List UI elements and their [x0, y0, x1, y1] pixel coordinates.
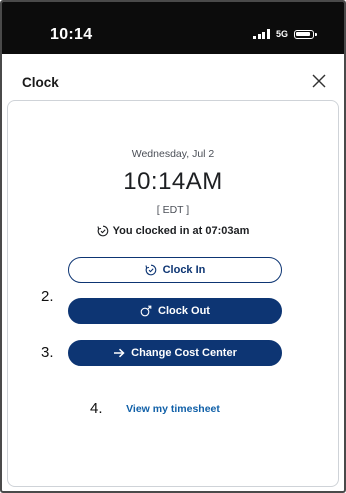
- clock-check-icon: [145, 264, 157, 276]
- clock-check-icon: [97, 225, 109, 237]
- clock-arrow-out-icon: [140, 305, 152, 317]
- phone-frame: 10:14 5G Clock Wednesday, Jul 2 10:14AM …: [0, 0, 346, 493]
- close-icon[interactable]: [310, 72, 328, 90]
- clocked-in-text: You clocked in at 07:03am: [112, 225, 250, 237]
- clock-out-button[interactable]: Clock Out: [68, 298, 282, 324]
- page-title: Clock: [22, 75, 59, 90]
- timezone-label: [ EDT ]: [156, 204, 190, 216]
- battery-icon: [294, 29, 317, 39]
- annotation-marker-2: 2.: [41, 288, 54, 305]
- clocked-in-status: You clocked in at 07:03am: [8, 225, 338, 237]
- clock-in-label: Clock In: [162, 264, 206, 276]
- annotation-marker-4: 4.: [90, 400, 103, 417]
- current-time: 10:14AM: [123, 168, 223, 195]
- annotation-marker-3: 3.: [41, 344, 54, 361]
- clock-in-button[interactable]: Clock In: [68, 257, 282, 283]
- status-time: 10:14: [50, 26, 93, 43]
- current-date: Wednesday, Jul 2: [131, 148, 215, 160]
- clock-panel: Wednesday, Jul 2 10:14AM [ EDT ] You clo…: [7, 100, 339, 487]
- network-label: 5G: [275, 29, 288, 39]
- change-cost-center-button[interactable]: Change Cost Center: [68, 340, 282, 366]
- status-indicators: 5G: [253, 29, 317, 39]
- clock-out-label: Clock Out: [158, 305, 210, 317]
- arrow-right-icon: [113, 348, 125, 358]
- change-cost-center-label: Change Cost Center: [131, 347, 237, 359]
- status-bar: 10:14 5G: [2, 2, 344, 54]
- view-timesheet-link[interactable]: View my timesheet: [8, 403, 338, 415]
- signal-bars-icon: [253, 29, 270, 39]
